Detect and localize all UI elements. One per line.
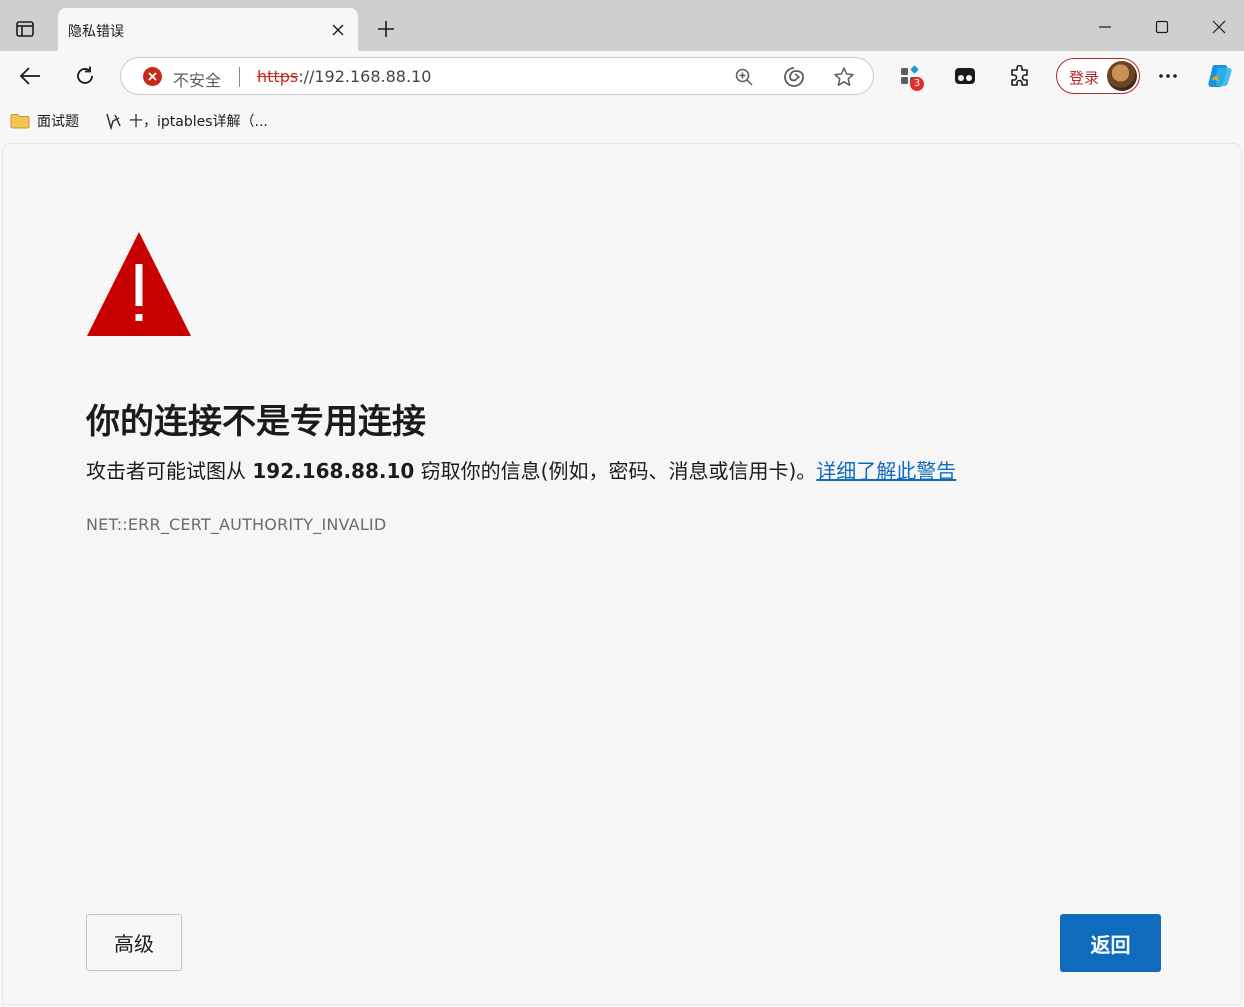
extensions-badge: 3 [910, 77, 924, 91]
warning-icon [87, 232, 191, 336]
more-icon [1159, 74, 1177, 78]
minimize-icon [1099, 26, 1111, 28]
zoom-in-icon [735, 68, 753, 86]
login-button[interactable]: 登录 [1056, 58, 1140, 94]
close-icon [1212, 20, 1226, 34]
refresh-icon [77, 66, 93, 84]
error-description: 攻击者可能试图从 192.168.88.10 窃取你的信息(例如，密码、消息或信… [86, 455, 956, 484]
maximize-button[interactable] [1145, 10, 1179, 44]
window-close-button[interactable] [1202, 10, 1236, 44]
close-icon [332, 24, 344, 36]
security-label[interactable]: 不安全 [173, 67, 221, 91]
folder-icon [10, 114, 30, 129]
bookmark-label: 面试题 [37, 114, 79, 130]
go-back-button[interactable]: 返回 [1060, 914, 1161, 972]
zoom-button[interactable] [731, 64, 757, 90]
avatar [1107, 61, 1137, 91]
description-host: 192.168.88.10 [252, 459, 415, 483]
extension-eyes-icon [955, 68, 975, 84]
tab-title: 隐私错误 [68, 24, 124, 40]
arrow-left-icon [19, 67, 40, 85]
bookmark-label: 十，iptables详解（... [129, 114, 268, 130]
bookmark-folder-interview[interactable]: 面试题 [10, 110, 79, 132]
bookmark-page-icon [106, 113, 121, 130]
bookmarks-bar: 面试题 十，iptables详解（... [0, 101, 1244, 141]
apps-button[interactable]: 3 [893, 59, 927, 93]
page-heading: 你的连接不是专用连接 [86, 402, 426, 442]
more-options-button[interactable] [1151, 59, 1185, 93]
bookmark-iptables[interactable]: 十，iptables详解（... [104, 110, 268, 132]
url-scheme: https [257, 67, 299, 86]
back-button[interactable] [13, 59, 47, 93]
tab-actions-icon [16, 21, 34, 37]
tab-close-button[interactable] [328, 20, 348, 40]
url-text[interactable]: https://192.168.88.10 [257, 67, 431, 86]
title-bar: 隐私错误 [0, 0, 1244, 51]
learn-more-link[interactable]: 详细了解此警告 [816, 459, 956, 483]
copilot-icon [1208, 65, 1232, 87]
url-host: ://192.168.88.10 [298, 67, 432, 86]
address-bar[interactable]: 不安全 https://192.168.88.10 [120, 57, 874, 95]
extension-button[interactable] [948, 59, 982, 93]
description-suffix: 窃取你的信息(例如，密码、消息或信用卡)。 [420, 459, 817, 483]
advanced-button[interactable]: 高级 [86, 914, 182, 971]
puzzle-icon [1011, 65, 1028, 86]
refresh-button[interactable] [68, 59, 102, 93]
copilot-button[interactable] [1203, 59, 1237, 93]
error-code: NET::ERR_CERT_AUTHORITY_INVALID [86, 515, 387, 534]
insecure-icon[interactable] [143, 67, 162, 86]
login-label: 登录 [1069, 69, 1100, 87]
star-icon [834, 67, 854, 86]
read-aloud-button[interactable] [781, 64, 807, 90]
active-tab[interactable]: 隐私错误 [58, 8, 358, 51]
maximize-icon [1155, 20, 1169, 34]
plus-icon [378, 21, 394, 37]
navigation-toolbar: 不安全 https://192.168.88.10 3 登录 [0, 51, 1244, 101]
address-separator [239, 67, 240, 87]
tab-actions-button[interactable] [8, 14, 42, 44]
edge-app-icon [784, 67, 804, 87]
new-tab-button[interactable] [370, 13, 402, 45]
favorite-button[interactable] [831, 64, 857, 90]
error-page: 你的连接不是专用连接 攻击者可能试图从 192.168.88.10 窃取你的信息… [2, 143, 1242, 1005]
minimize-button[interactable] [1088, 10, 1122, 44]
description-prefix: 攻击者可能试图从 [86, 459, 246, 483]
extensions-menu-button[interactable] [1003, 59, 1037, 93]
